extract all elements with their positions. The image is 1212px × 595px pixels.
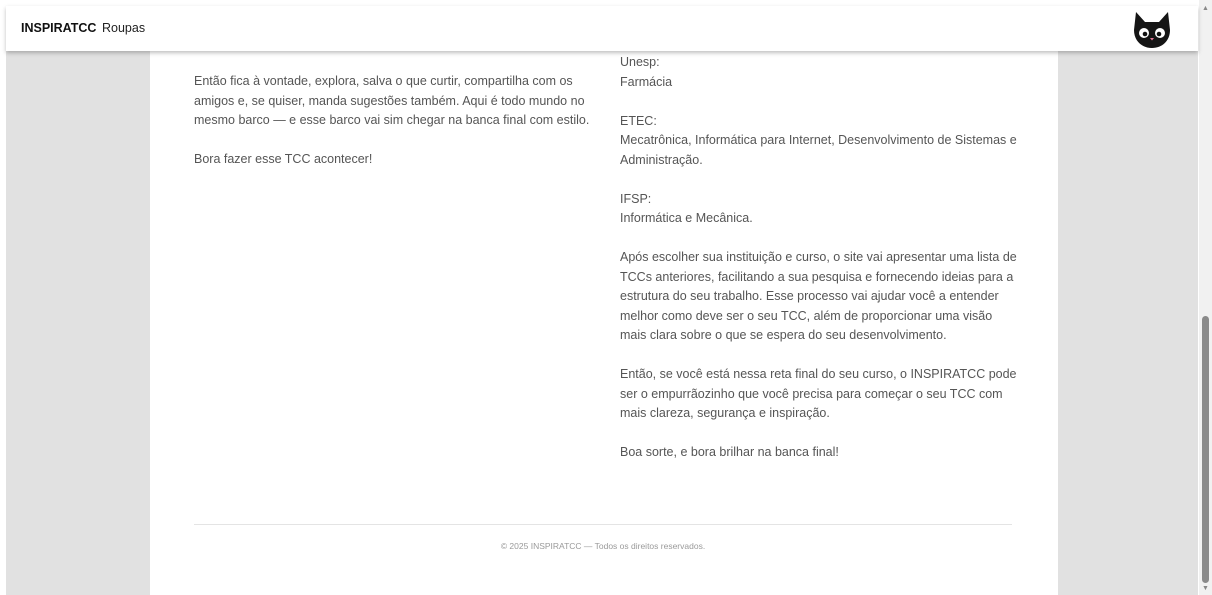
vertical-scrollbar[interactable]: ▲ ▼ bbox=[1199, 0, 1212, 595]
course-list-unesp: Farmácia bbox=[620, 74, 673, 89]
institution-label-etec: ETEC: bbox=[620, 113, 657, 128]
left-paragraph: Então fica à vontade, explora, salva o q… bbox=[194, 74, 590, 127]
course-list-etec: Mecatrônica, Informática para Internet, … bbox=[620, 133, 1017, 167]
left-column: Então fica à vontade, explora, salva o q… bbox=[194, 72, 594, 170]
page-viewport: Então fica à vontade, explora, salva o q… bbox=[6, 6, 1198, 595]
footer-copyright: © 2025 INSPIRATCC — Todos os direitos re… bbox=[500, 541, 706, 551]
info-paragraph: Após escolher sua instituição e curso, o… bbox=[620, 250, 1017, 342]
info-paragraph: Então, se você está nessa reta final do … bbox=[620, 367, 1017, 420]
brand-link[interactable]: INSPIRATCC bbox=[21, 21, 96, 35]
scroll-up-arrow-icon[interactable]: ▲ bbox=[1201, 4, 1210, 13]
institution-label-unesp: Unesp: bbox=[620, 55, 660, 69]
right-column: Unesp: Farmácia ETEC: Mecatrônica, Infor… bbox=[620, 53, 1020, 463]
left-paragraph: Bora fazer esse TCC acontecer! bbox=[194, 152, 373, 166]
scrollbar-thumb[interactable] bbox=[1202, 316, 1209, 583]
course-list-ifsp: Informática e Mecânica. bbox=[620, 211, 753, 225]
black-cat-icon[interactable] bbox=[1128, 8, 1176, 50]
nav-link-roupas[interactable]: Roupas bbox=[102, 21, 145, 35]
institution-label-ifsp: IFSP: bbox=[620, 191, 652, 206]
scroll-down-arrow-icon[interactable]: ▼ bbox=[1201, 584, 1210, 593]
footer-divider bbox=[194, 524, 1012, 525]
content-card: Então fica à vontade, explora, salva o q… bbox=[150, 6, 1058, 595]
top-navbar: INSPIRATCC Roupas bbox=[6, 6, 1198, 51]
closing-paragraph: Boa sorte, e bora brilhar na banca final… bbox=[620, 445, 839, 459]
